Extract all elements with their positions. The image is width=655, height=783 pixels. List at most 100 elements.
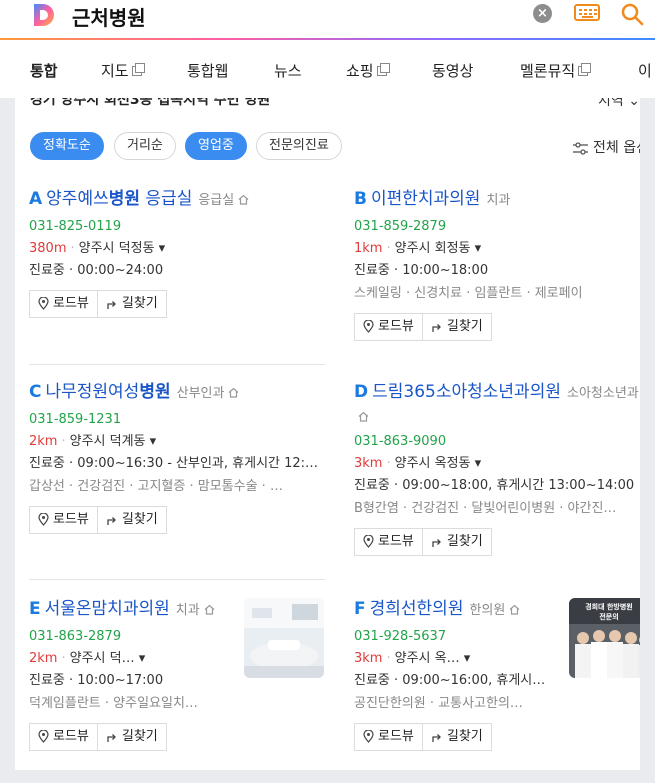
- daum-logo-icon: [34, 4, 54, 26]
- tab-integrated[interactable]: 통합: [30, 60, 58, 81]
- directions-button[interactable]: 길찾기: [422, 723, 492, 751]
- directions-arrow-icon: [107, 300, 116, 309]
- place-area[interactable]: 양주시 덕… ▾: [70, 651, 146, 666]
- external-link-icon: [578, 63, 592, 76]
- place-distance: 3km: [354, 651, 383, 666]
- place-category: 치과: [486, 193, 511, 208]
- place-area[interactable]: 양주시 덕정동 ▾: [79, 241, 166, 256]
- directions-arrow-icon: [107, 516, 116, 525]
- directions-button[interactable]: 길찾기: [422, 313, 492, 341]
- divider: [29, 364, 325, 365]
- filter-specialist[interactable]: 전문의진료: [256, 132, 342, 160]
- clear-search-button[interactable]: ×: [533, 4, 552, 23]
- roadview-button[interactable]: 로드뷰: [29, 290, 98, 318]
- tab-shopping[interactable]: 쇼핑: [346, 60, 390, 81]
- search-icon[interactable]: [620, 2, 644, 26]
- place-distance: 1km: [354, 241, 383, 256]
- place-tags: 공진단한의원 · 교통사고한의…: [354, 696, 523, 711]
- place-area[interactable]: 양주시 옥… ▾: [395, 651, 471, 666]
- tab-more[interactable]: 이: [638, 60, 652, 81]
- place-card-f[interactable]: F 경희선한의원 한의원 031-928-5637 3km · 양주시 옥… ▾ 진료중…: [354, 598, 554, 751]
- place-name[interactable]: 이편한치과의원: [371, 189, 480, 209]
- place-phone[interactable]: 031-928-5637: [354, 628, 554, 646]
- filter-accuracy[interactable]: 정확도순: [30, 132, 104, 160]
- svg-text:경희대 한방병원: 경희대 한방병원: [585, 602, 633, 611]
- location-pin-icon: [363, 729, 374, 743]
- roadview-button[interactable]: 로드뷰: [29, 723, 98, 751]
- location-pin-icon: [38, 512, 49, 526]
- directions-button[interactable]: 길찾기: [97, 506, 167, 534]
- place-name[interactable]: 서울온맘치과의원: [45, 599, 170, 619]
- directions-button[interactable]: 길찾기: [422, 528, 492, 556]
- svg-text:전문의: 전문의: [599, 612, 618, 621]
- location-pin-icon: [38, 296, 49, 310]
- place-hours: 진료중 · 09:00~18:00, 휴게시간 13:00~14:00: [354, 478, 635, 493]
- roadview-button[interactable]: 로드뷰: [29, 506, 98, 534]
- place-distance: 3km: [354, 456, 383, 471]
- home-icon: [238, 194, 249, 205]
- clinic-interior-image: [244, 598, 324, 678]
- place-card-c[interactable]: C 나무정원여성병원 산부인과 031-859-1231 2km · 양주시 덕계동 ▾…: [29, 381, 319, 534]
- place-phone[interactable]: 031-859-1231: [29, 411, 319, 429]
- place-phone[interactable]: 031-859-2879: [354, 218, 640, 236]
- home-icon: [229, 387, 239, 398]
- all-options-button[interactable]: 전체 옵션: [573, 137, 640, 157]
- search-tabs: 통합 지도 통합웹 뉴스 쇼핑 동영상 멜론뮤직 이: [0, 40, 655, 98]
- directions-button[interactable]: 길찾기: [97, 723, 167, 751]
- place-hours: 진료중 · 00:00~24:00: [29, 263, 164, 278]
- tab-news[interactable]: 뉴스: [274, 60, 302, 81]
- external-link-icon: [376, 63, 390, 76]
- place-phone[interactable]: 031-863-2879: [29, 628, 229, 646]
- place-name[interactable]: 나무정원여성병원: [45, 382, 170, 402]
- place-phone[interactable]: 031-863-9090: [354, 433, 640, 451]
- marker-letter: C: [29, 382, 42, 402]
- filter-distance[interactable]: 거리순: [114, 132, 176, 160]
- place-tags: 덕계임플란트 · 양주일요일치…: [29, 696, 198, 711]
- roadview-button[interactable]: 로드뷰: [354, 723, 423, 751]
- place-hours: 진료중 · 10:00~18:00: [354, 263, 489, 278]
- marker-letter: F: [354, 599, 366, 619]
- place-name[interactable]: 드림365소아청소년과의원: [372, 382, 561, 402]
- tab-web[interactable]: 통합웹: [187, 60, 228, 81]
- place-card-d[interactable]: D 드림365소아청소년과의원 소아청소년과 031-863-9090 3km · 양주…: [354, 381, 640, 556]
- roadview-button[interactable]: 로드뷰: [354, 528, 423, 556]
- place-card-b[interactable]: B 이편한치과의원 치과 031-859-2879 1km · 양주시 회정동 ▾ 진료…: [354, 188, 640, 341]
- place-name[interactable]: 양주예쓰병원 응급실: [46, 189, 192, 209]
- filter-open-now[interactable]: 영업중: [185, 132, 247, 160]
- place-area[interactable]: 양주시 옥정동 ▾: [395, 456, 482, 471]
- directions-arrow-icon: [432, 323, 441, 332]
- place-tags: 갑상선 · 건강검진 · 고지혈증 · 맘모톰수술 · …: [29, 479, 283, 494]
- place-distance: 380m: [29, 241, 67, 256]
- roadview-button[interactable]: 로드뷰: [354, 313, 423, 341]
- directions-button[interactable]: 길찾기: [97, 290, 167, 318]
- place-area[interactable]: 양주시 회정동 ▾: [395, 241, 482, 256]
- clinic-doctors-image: 경희대 한방병원 전문의: [569, 598, 640, 678]
- place-card-a[interactable]: A 양주예쓰병원 응급실 응급실 031-825-0119 380m · 양주시 덕정동…: [29, 188, 319, 318]
- place-name[interactable]: 경희선한의원: [370, 599, 464, 619]
- directions-arrow-icon: [432, 733, 441, 742]
- keyboard-icon[interactable]: [574, 4, 600, 21]
- location-text: 경기 양주시 회천3동 접속지역 주변 병원: [30, 98, 271, 108]
- place-phone[interactable]: 031-825-0119: [29, 218, 319, 236]
- search-bar: 근처병원 ×: [0, 0, 655, 40]
- home-icon: [509, 604, 520, 615]
- place-area[interactable]: 양주시 덕계동 ▾: [70, 434, 157, 449]
- clinic-interior-photo[interactable]: [244, 598, 324, 678]
- marker-letter: D: [354, 382, 369, 402]
- external-link-icon: [131, 63, 145, 76]
- directions-arrow-icon: [432, 538, 441, 547]
- tab-melon-music[interactable]: 멜론뮤직: [520, 60, 592, 81]
- clinic-doctors-photo[interactable]: 경희대 한방병원 전문의: [569, 598, 640, 678]
- search-input[interactable]: 근처병원: [72, 2, 146, 31]
- place-hours: 진료중 · 09:00~16:00, 휴게시…: [354, 673, 546, 688]
- tab-map[interactable]: 지도: [101, 60, 145, 81]
- tab-video[interactable]: 동영상: [432, 60, 473, 81]
- filter-sliders-icon: [573, 141, 589, 155]
- divider: [29, 579, 325, 580]
- place-category: 치과: [175, 603, 200, 618]
- place-hours: 진료중 · 10:00~17:00: [29, 673, 164, 688]
- region-dropdown[interactable]: 지역 ⌄: [598, 98, 640, 110]
- place-card-e[interactable]: E 서울온맘치과의원 치과 031-863-2879 2km · 양주시 덕… ▾ 진료…: [29, 598, 229, 751]
- location-pin-icon: [363, 319, 374, 333]
- place-category: 한의원: [469, 603, 506, 618]
